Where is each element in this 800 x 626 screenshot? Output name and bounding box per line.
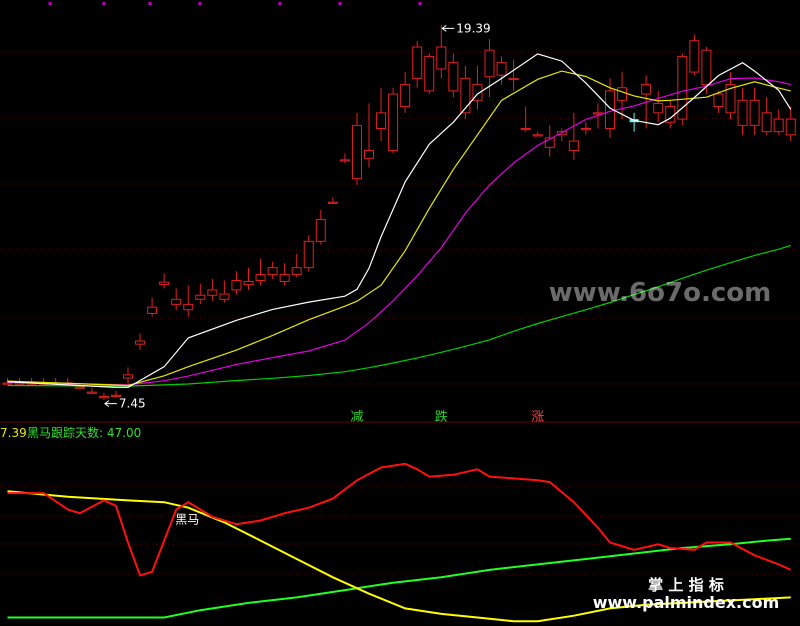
watermark-bottom-url: www.palmindex.com [593,593,780,612]
watermark-top: www.6o7o.com [549,278,771,308]
low-price-label: 7.45 [119,397,146,411]
candle [388,87,399,154]
candle-body [303,240,314,269]
candle-body [677,55,688,120]
candle-body [207,289,218,296]
indicator-value: 7.39 [0,426,27,440]
candle-body [183,303,194,311]
candle-body [412,46,423,79]
stock-chart-canvas: 19.39 7.45 减 跌 涨 www.6o7o.com 7.39 黑马跟踪天数:… [0,0,800,626]
candle-body [339,159,350,162]
candle-body [773,118,784,133]
candle-body [568,140,579,151]
indicator-header-label: 黑马跟踪天数: 47.00 [27,425,141,440]
candle-body [388,93,399,151]
candle-body [86,391,97,394]
candle-body [123,374,133,379]
candle-body [2,382,13,385]
candle-body [219,293,230,300]
point-label: 黑马 [175,513,199,527]
candle-body [436,46,447,70]
high-price-label: 19.39 [456,21,490,35]
candle-body [171,298,182,305]
signal-marker: 减 [350,410,363,425]
candle-body [484,49,495,78]
candle-body [496,62,507,76]
candle-body [713,93,724,108]
watermark-bottom-cn: 掌 上 指 标 [648,576,724,594]
candle-body [617,87,628,101]
candle-body [761,112,772,133]
candle-body [267,267,278,276]
candle-body [327,201,338,204]
candle-body [291,267,302,276]
candle [689,34,700,76]
candle-body [279,274,290,282]
candle-body [424,55,435,92]
candle-body [159,281,170,286]
candle-body [195,294,206,300]
signal-marker: 跌 [435,409,448,425]
candle-body [231,280,242,291]
candle-body [749,99,760,126]
candle-body [520,128,531,131]
candle [424,53,435,95]
candle-body [74,386,85,389]
candle-body [98,395,109,399]
candle-body [580,128,591,131]
candle-body [243,280,254,286]
candle-body [448,62,459,92]
candle-body [255,274,266,282]
candle-body [376,112,387,130]
candle-body [701,49,712,86]
candle-body [532,134,543,137]
candle-body [785,118,796,136]
signal-marker: 涨 [531,410,544,425]
candle-body [508,77,519,81]
candle-body [135,340,146,345]
candle-body [351,124,362,180]
candle-body [653,102,664,114]
candle-body [364,149,374,159]
candle-body [737,99,748,126]
candle-body [400,84,411,108]
candle-body [689,40,700,73]
candle [677,53,688,126]
candle-body [641,84,652,95]
candle-body [315,218,326,242]
candle-body [147,306,158,314]
